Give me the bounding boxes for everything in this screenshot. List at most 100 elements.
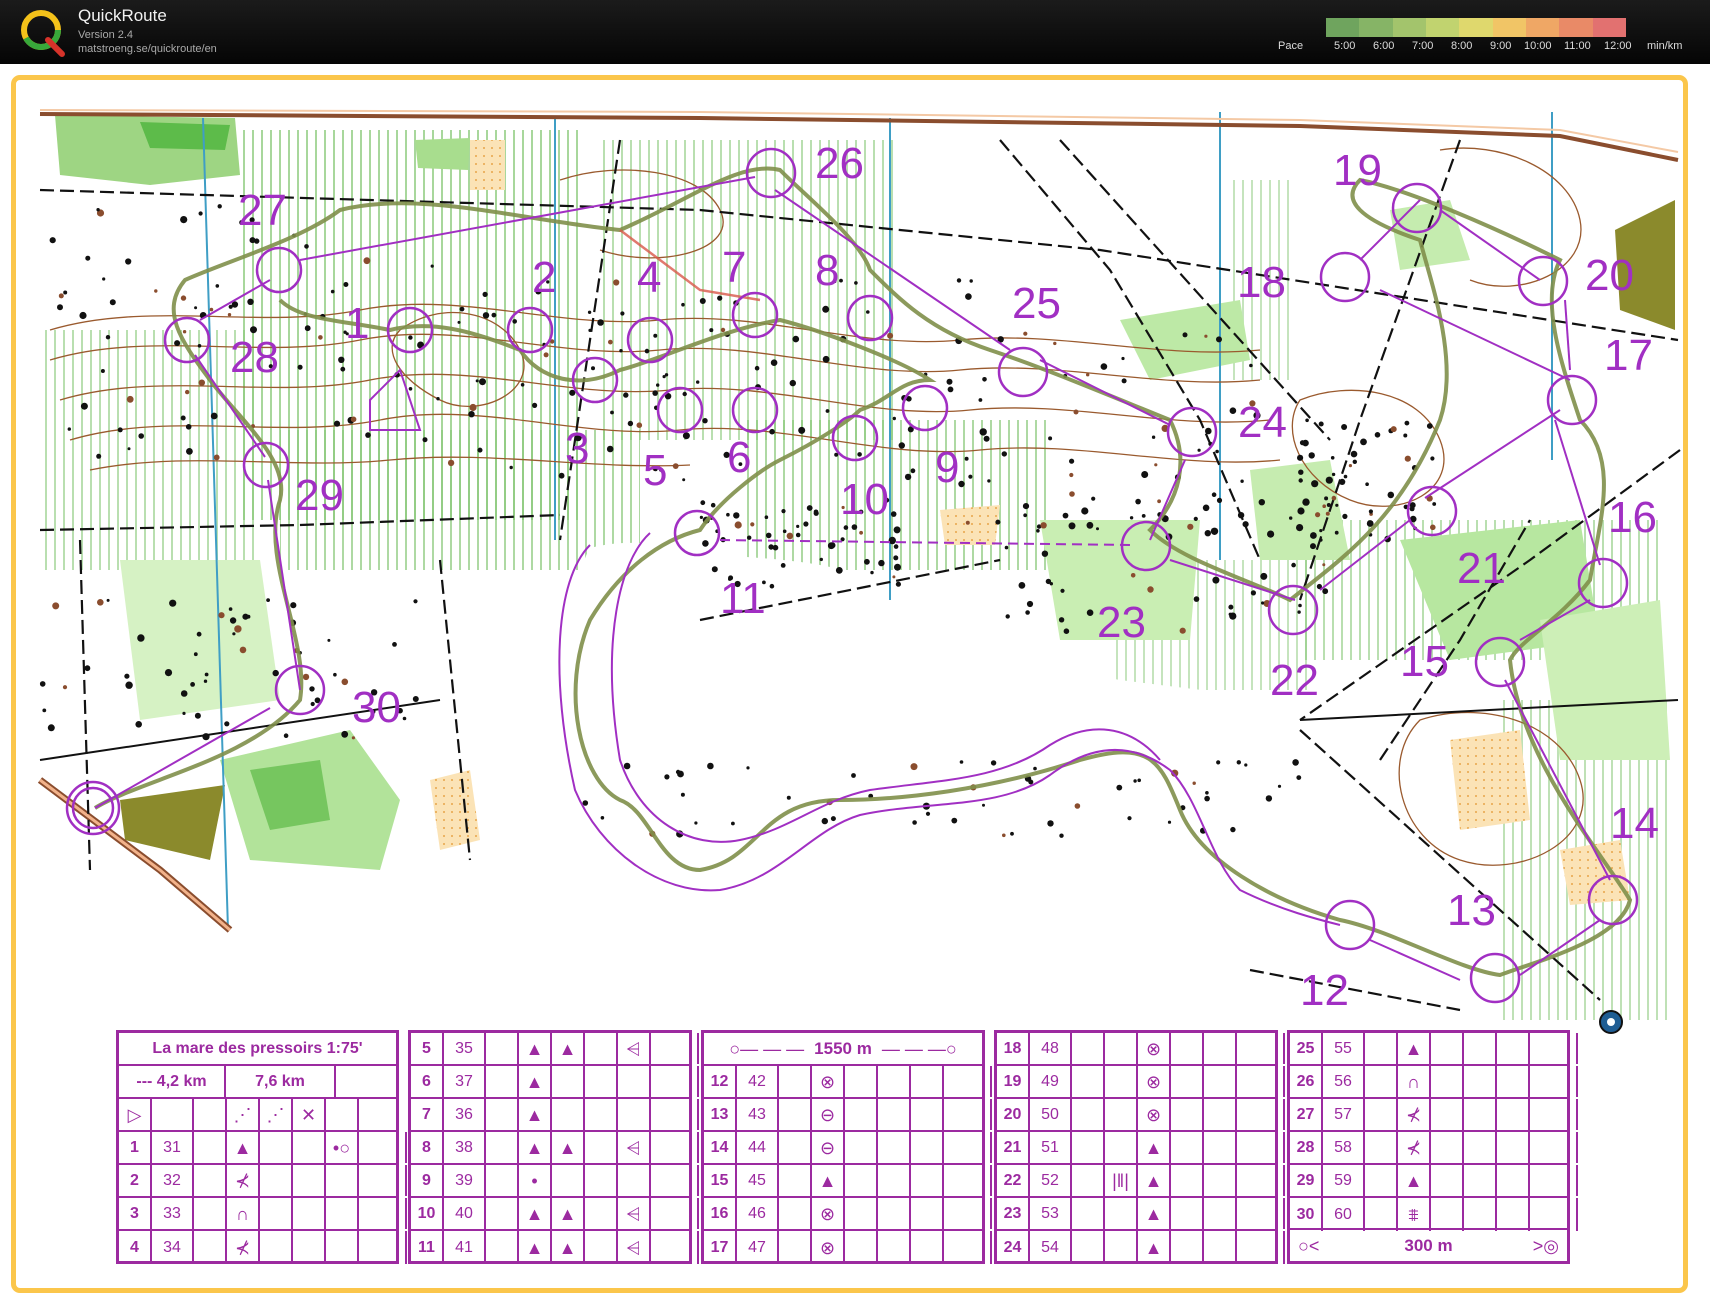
finish-circle-icon: >◎	[1532, 1235, 1559, 1256]
boulder-dot	[912, 820, 917, 825]
empty-cell	[1530, 1066, 1578, 1097]
control-number: 15	[1400, 637, 1449, 686]
feature-symbol-cell: ▲	[519, 1066, 552, 1097]
boulder-dot	[959, 760, 964, 764]
boulder-dot	[892, 575, 896, 579]
control-code-cell: 34	[152, 1231, 194, 1264]
boulder-dot	[310, 701, 315, 707]
empty-cell	[944, 1231, 992, 1264]
boulder-dot	[1059, 833, 1064, 838]
empty-cell	[878, 1198, 911, 1229]
boulder-dot	[733, 512, 740, 519]
boulder-dot	[782, 529, 787, 534]
boulder-dot	[194, 306, 198, 310]
boulder-dot	[770, 359, 778, 367]
finish-distance: ○< 300 m >◎	[1298, 1235, 1559, 1256]
boulder-dot	[769, 428, 775, 435]
location-symbol-cell	[1497, 1198, 1530, 1231]
boulder-dot	[780, 563, 786, 568]
course-title: La mare des pressoirs 1:75'	[152, 1039, 363, 1057]
boulder-dot	[1348, 464, 1352, 468]
empty-cell	[944, 1066, 992, 1097]
boulder-dot	[1018, 582, 1026, 589]
control-number: 20	[1585, 251, 1634, 300]
location-symbol-cell	[911, 1132, 944, 1163]
boulder-dot	[102, 277, 106, 281]
boulder-dot	[835, 567, 843, 574]
feature-symbol-cell: |‖|	[1105, 1165, 1138, 1196]
control-description-row: 20 50 ⊗	[997, 1099, 1285, 1132]
boulder-dot	[620, 311, 625, 316]
boulder-dot	[1182, 332, 1188, 338]
control-number-cell: 11	[411, 1231, 444, 1264]
empty-cell	[1072, 1099, 1105, 1130]
boulder-dot	[694, 821, 698, 825]
boulder-dot	[330, 289, 335, 294]
boulder-dot	[892, 416, 896, 421]
boulder-dot	[699, 298, 706, 304]
boulder-dot	[194, 712, 201, 719]
control-number-cell: 4	[119, 1231, 152, 1264]
empty-cell	[1171, 1132, 1204, 1163]
empty-cell	[1365, 1099, 1398, 1130]
location-symbol-cell	[1204, 1165, 1237, 1196]
boulder-dot	[1001, 451, 1007, 457]
boulder-dot	[228, 607, 233, 611]
control-number: 7	[722, 243, 746, 292]
boulder-dot	[893, 526, 901, 534]
control-description-panel-3: ○— — — 1550 m — — —○ 12 42 ⊗ 13 43 ⊖ 14 44 ⊖ 15 45…	[701, 1030, 992, 1264]
empty-cell	[585, 1132, 618, 1163]
boulder-dot	[137, 634, 145, 642]
boulder-dot	[830, 816, 836, 822]
control-number-cell: 28	[1290, 1132, 1323, 1163]
boulder-dot	[185, 424, 192, 430]
feature-symbol-cell: ▲	[812, 1165, 845, 1196]
control-code-cell: 53	[1030, 1198, 1072, 1229]
control-code-cell: 55	[1323, 1033, 1365, 1064]
boulder-dot	[479, 378, 486, 386]
boulder-dot	[677, 770, 684, 778]
boulder-dot	[623, 762, 631, 770]
boulder-dot	[1331, 472, 1336, 477]
empty-cell	[585, 1198, 618, 1229]
boulder-dot	[1060, 588, 1065, 593]
boulder-dot	[1204, 795, 1210, 802]
feature-symbol-cell: ∩	[227, 1198, 260, 1229]
boulder-dot	[769, 583, 775, 589]
feature-symbol-cell	[845, 1066, 878, 1097]
boulder-dot	[1387, 491, 1395, 499]
boulder-dot	[304, 325, 311, 332]
boulder-dot	[97, 599, 104, 606]
control-code-cell: 44	[737, 1132, 779, 1163]
control-description-row: 3 33 ∩	[119, 1198, 407, 1231]
feature-symbol-cell	[1431, 1099, 1464, 1130]
location-symbol-cell	[911, 1198, 944, 1229]
boulder-dot	[702, 418, 708, 424]
boulder-dot	[1296, 524, 1304, 532]
boulder-dot	[1005, 614, 1010, 619]
boulder-dot	[857, 452, 862, 457]
boulder-dot	[789, 379, 796, 387]
feature-symbol-cell: ⊗	[1138, 1099, 1171, 1130]
boulder-dot	[1216, 760, 1221, 765]
control-number-cell: 1	[119, 1132, 152, 1163]
boulder-dot	[1010, 831, 1014, 836]
control-code-cell: 45	[737, 1165, 779, 1196]
feature-symbol-cell: ▲	[552, 1132, 585, 1163]
boulder-dot	[1404, 420, 1410, 426]
feature-symbol-cell: ▲	[1138, 1231, 1171, 1264]
feature-symbol-cell	[845, 1231, 878, 1264]
boulder-dot	[851, 524, 858, 530]
boulder-dot	[1137, 778, 1141, 783]
boulder-dot	[1368, 509, 1373, 514]
boulder-dot	[1121, 356, 1125, 361]
boulder-dot	[1127, 816, 1132, 821]
location-symbol-cell	[1204, 1198, 1237, 1229]
boulder-dot	[1331, 495, 1337, 501]
location-symbol-cell	[1497, 1165, 1530, 1196]
empty-cell	[486, 1099, 519, 1130]
boulder-dot	[365, 432, 371, 438]
feature-symbol-cell: ⊀	[1398, 1099, 1431, 1130]
control-number-cell: 25	[1290, 1033, 1323, 1064]
empty-cell	[585, 1033, 618, 1064]
